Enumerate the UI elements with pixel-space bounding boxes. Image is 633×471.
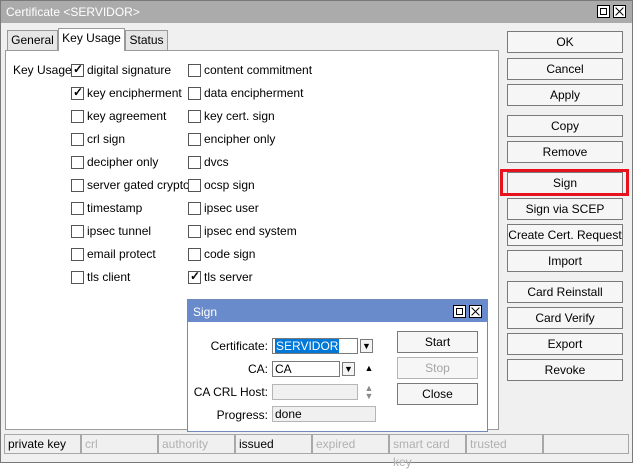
sign-dialog-title: Sign [193, 305, 218, 319]
stop-button[interactable]: Stop [397, 357, 478, 379]
ca-crl-host-label: CA CRL Host: [193, 385, 268, 399]
checkbox-label: code sign [204, 247, 256, 261]
ca-up-icon[interactable]: ▲ [363, 364, 375, 373]
key-usage-label: Key Usage: [13, 63, 76, 77]
start-button[interactable]: Start [397, 331, 478, 353]
ca-crl-host-updown-icon[interactable]: ▲ ▼ [363, 384, 375, 401]
status-smart-card-key: smart card key [389, 434, 466, 469]
maximize-icon[interactable] [597, 5, 610, 18]
certificate-field[interactable]: SERVIDOR [272, 338, 358, 354]
status-private-key: private key [4, 434, 81, 454]
export-button[interactable]: Export [507, 333, 623, 355]
close-icon[interactable] [613, 5, 626, 18]
checkbox-label: email protect [87, 247, 156, 261]
checkbox-label: timestamp [87, 201, 143, 215]
progress-label: Progress: [216, 408, 268, 422]
checkbox-label: data encipherment [204, 86, 304, 100]
copy-button[interactable]: Copy [507, 115, 623, 137]
ca-crl-host-field[interactable] [272, 384, 358, 400]
remove-button[interactable]: Remove [507, 141, 623, 163]
certificate-window: Certificate <SERVIDOR> General Key Usage… [0, 0, 633, 469]
sign-via-scep-button[interactable]: Sign via SCEP [507, 198, 623, 220]
close-button[interactable]: Close [397, 383, 478, 405]
progress-field: done [272, 406, 376, 422]
checkbox-left-6[interactable] [71, 202, 84, 215]
checkbox-right-5[interactable] [188, 179, 201, 192]
tab-key-usage[interactable]: Key Usage [58, 28, 125, 51]
checkbox-label: content commitment [204, 63, 313, 77]
card-reinstall-button[interactable]: Card Reinstall [507, 281, 623, 303]
certificate-dropdown-icon[interactable]: ▼ [360, 339, 373, 353]
ok-button[interactable]: OK [507, 31, 623, 53]
checkbox-label: ocsp sign [204, 178, 255, 192]
ca-field[interactable]: CA [272, 361, 340, 377]
checkbox-right-0[interactable] [188, 64, 201, 77]
checkbox-label: decipher only [87, 155, 159, 169]
import-button[interactable]: Import [507, 250, 623, 272]
status-expired: expired [312, 434, 389, 454]
checkbox-label: tls client [87, 270, 131, 284]
status-trusted: trusted [466, 434, 543, 454]
tab-general[interactable]: General [7, 30, 58, 50]
ca-dropdown-icon[interactable]: ▼ [342, 362, 355, 376]
checkbox-right-4[interactable] [188, 156, 201, 169]
certificate-label: Certificate: [210, 339, 268, 353]
sign-button-highlight [500, 169, 629, 196]
window-title: Certificate <SERVIDOR> [6, 5, 140, 19]
ca-label: CA: [247, 362, 268, 376]
sign-dialog-maximize-icon[interactable] [453, 305, 466, 318]
checkbox-label: tls server [204, 270, 253, 284]
checkbox-left-8[interactable] [71, 248, 84, 261]
checkbox-right-6[interactable] [188, 202, 201, 215]
checkbox-label: crl sign [87, 132, 126, 146]
apply-button[interactable]: Apply [507, 84, 623, 106]
checkbox-left-9[interactable] [71, 271, 84, 284]
title-bar: Certificate <SERVIDOR> [1, 1, 632, 23]
checkbox-left-0[interactable] [71, 62, 84, 77]
checkbox-label: digital signature [87, 63, 172, 77]
revoke-button[interactable]: Revoke [507, 359, 623, 381]
status-empty [543, 434, 629, 454]
status-authority: authority [158, 434, 235, 454]
tab-status[interactable]: Status [125, 30, 168, 50]
card-verify-button[interactable]: Card Verify [507, 307, 623, 329]
checkbox-left-3[interactable] [71, 133, 84, 146]
sign-dialog: Sign Certificate: SERVIDOR ▼ CA: CA ▼ ▲ … [187, 299, 488, 432]
checkbox-right-7[interactable] [188, 225, 201, 238]
status-issued: issued [235, 434, 312, 454]
checkbox-label: ipsec end system [204, 224, 297, 238]
checkbox-label: key encipherment [87, 86, 182, 100]
checkbox-right-2[interactable] [188, 110, 201, 123]
checkbox-left-5[interactable] [71, 179, 84, 192]
checkbox-right-9[interactable] [188, 269, 201, 284]
checkbox-label: dvcs [204, 155, 229, 169]
checkbox-label: server gated crypto [87, 178, 190, 192]
checkbox-label: ipsec user [204, 201, 259, 215]
checkbox-right-3[interactable] [188, 133, 201, 146]
checkbox-right-1[interactable] [188, 87, 201, 100]
cancel-button[interactable]: Cancel [507, 58, 623, 80]
checkbox-left-1[interactable] [71, 85, 84, 100]
status-crl: crl [81, 434, 158, 454]
checkbox-label: encipher only [204, 132, 276, 146]
checkbox-label: key agreement [87, 109, 167, 123]
certificate-value: SERVIDOR [275, 339, 340, 353]
checkbox-label: key cert. sign [204, 109, 275, 123]
sign-dialog-title-bar: Sign [188, 300, 487, 322]
checkbox-left-4[interactable] [71, 156, 84, 169]
checkbox-left-7[interactable] [71, 225, 84, 238]
checkbox-left-2[interactable] [71, 110, 84, 123]
create-cert-request-button[interactable]: Create Cert. Request [507, 224, 623, 246]
sign-dialog-close-icon[interactable] [469, 305, 482, 318]
checkbox-label: ipsec tunnel [87, 224, 152, 238]
checkbox-right-8[interactable] [188, 248, 201, 261]
